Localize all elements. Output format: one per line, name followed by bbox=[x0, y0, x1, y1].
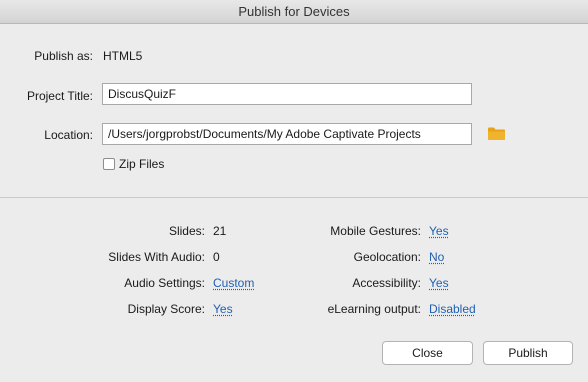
folder-icon[interactable] bbox=[488, 127, 505, 140]
mobile-gestures-link[interactable]: Yes bbox=[429, 224, 449, 238]
audio-settings-label: Audio Settings: bbox=[124, 276, 205, 290]
display-score-label: Display Score: bbox=[127, 302, 205, 316]
elearning-output-label: eLearning output: bbox=[327, 302, 421, 316]
slides-label: Slides: bbox=[168, 224, 205, 238]
geolocation-link[interactable]: No bbox=[429, 250, 444, 264]
accessibility-label: Accessibility: bbox=[352, 276, 421, 290]
project-title-field[interactable] bbox=[102, 83, 472, 105]
project-title-label: Project Title: bbox=[26, 89, 93, 103]
mobile-gestures-label: Mobile Gestures: bbox=[330, 224, 421, 238]
close-button[interactable]: Close bbox=[382, 341, 473, 365]
publish-as-label: Publish as: bbox=[34, 49, 93, 63]
publish-button[interactable]: Publish bbox=[483, 341, 573, 365]
zip-files-label: Zip Files bbox=[119, 157, 165, 171]
slides-with-audio-label: Slides With Audio: bbox=[108, 250, 205, 264]
accessibility-link[interactable]: Yes bbox=[429, 276, 449, 290]
zip-files-checkbox[interactable] bbox=[103, 158, 115, 170]
location-label: Location: bbox=[44, 128, 93, 142]
location-field[interactable] bbox=[102, 123, 472, 145]
publish-as-value: HTML5 bbox=[103, 49, 143, 63]
elearning-output-link[interactable]: Disabled bbox=[429, 302, 476, 316]
slides-with-audio-value: 0 bbox=[213, 250, 220, 264]
audio-settings-link[interactable]: Custom bbox=[213, 276, 254, 290]
display-score-link[interactable]: Yes bbox=[213, 302, 233, 316]
geolocation-label: Geolocation: bbox=[353, 250, 421, 264]
slides-value: 21 bbox=[213, 224, 227, 238]
window-title: Publish for Devices bbox=[0, 0, 588, 24]
